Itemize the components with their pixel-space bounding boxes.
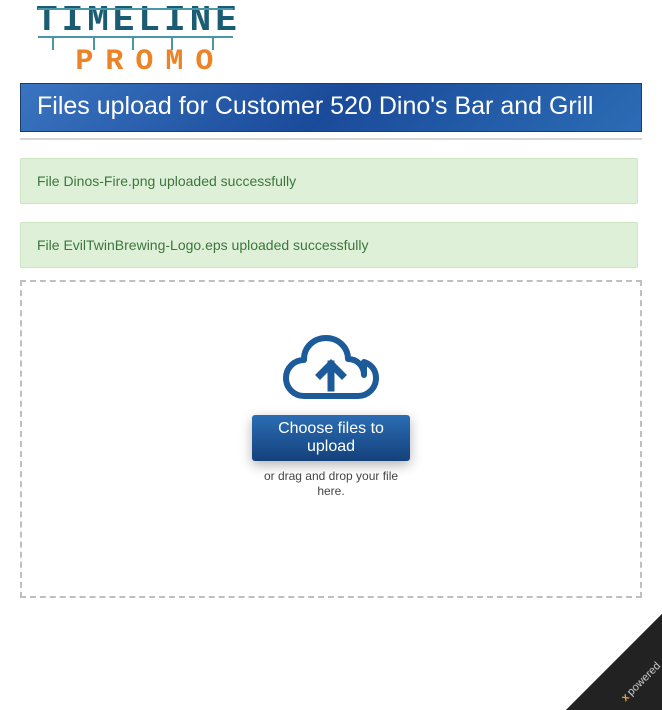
logo-line2: PROMO — [60, 45, 241, 79]
page-title: Files upload for Customer 520 Dino's Bar… — [37, 92, 625, 121]
alerts-area: File Dinos-Fire.png uploaded successfull… — [20, 158, 642, 268]
upload-dropzone[interactable]: Choose files to upload or drag and drop … — [20, 280, 642, 598]
upload-hint: or drag and drop your file here. — [256, 469, 406, 500]
divider — [20, 138, 642, 140]
choose-files-button[interactable]: Choose files to upload — [252, 415, 410, 461]
cloud-upload-icon — [276, 330, 386, 405]
powered-badge[interactable]: xpowered — [566, 614, 662, 710]
button-label: Choose files to upload — [252, 420, 410, 455]
alert-success: File Dinos-Fire.png uploaded successfull… — [20, 158, 638, 204]
alerts-scroll[interactable]: File Dinos-Fire.png uploaded successfull… — [20, 158, 642, 268]
alert-success: File EvilTwinBrewing-Logo.eps uploaded s… — [20, 222, 638, 268]
logo-line1: TIMELINE — [36, 0, 241, 41]
page-header: Files upload for Customer 520 Dino's Bar… — [20, 83, 642, 132]
logo: TIMELINE PROMO — [0, 0, 662, 79]
